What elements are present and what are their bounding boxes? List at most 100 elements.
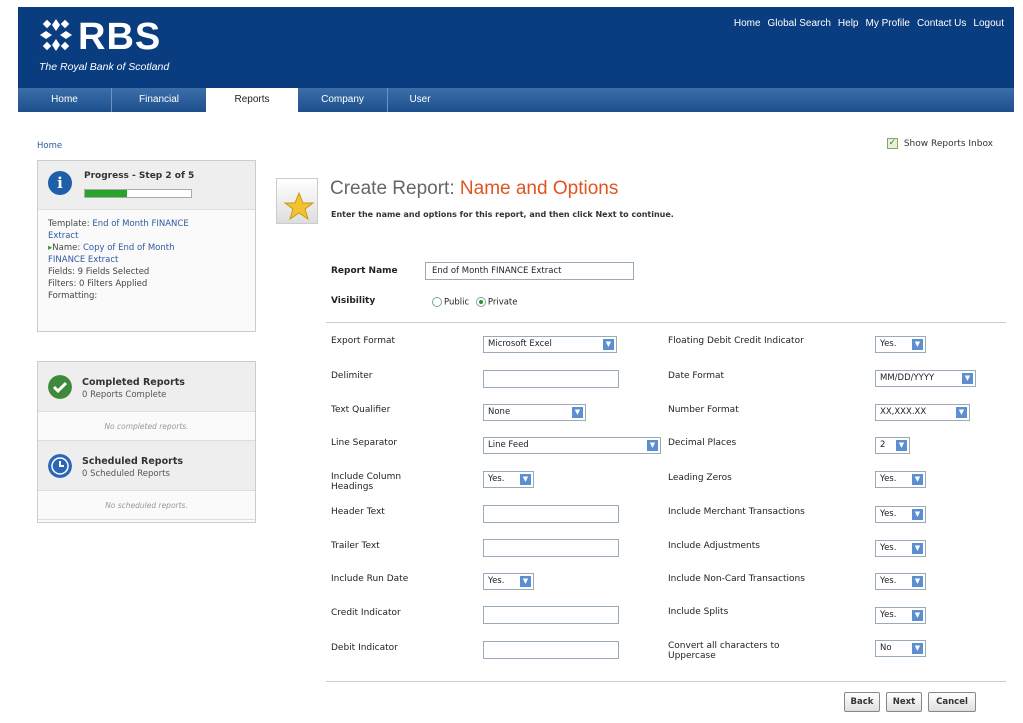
back-button[interactable]: Back [844, 692, 880, 712]
convert-uppercase-select[interactable]: No ▼ [875, 640, 926, 657]
tab-home[interactable]: Home [18, 88, 112, 112]
chevron-down-icon: ▼ [912, 543, 923, 554]
leading-zeros-select[interactable]: Yes. ▼ [875, 471, 926, 488]
chevron-down-icon: ▼ [956, 407, 967, 418]
top-links: Home Global Search Help My Profile Conta… [734, 18, 1004, 29]
include-splits-select[interactable]: Yes. ▼ [875, 607, 926, 624]
breadcrumb[interactable]: Home [37, 141, 62, 151]
chevron-down-icon: ▼ [603, 339, 614, 350]
progress-bar [84, 189, 192, 198]
include-non-card-transactions-select[interactable]: Yes. ▼ [875, 573, 926, 590]
top-link-home[interactable]: Home [734, 18, 761, 29]
progress-bar-fill [85, 190, 128, 197]
chevron-down-icon: ▼ [912, 509, 923, 520]
line-separator-label: Line Separator [331, 438, 398, 448]
next-button[interactable]: Next [886, 692, 922, 712]
step-template-link[interactable]: End of Month FINANCE [92, 219, 188, 229]
completed-reports-empty: No completed reports. [38, 412, 255, 441]
completed-reports-header: Completed Reports 0 Reports Complete [38, 362, 255, 412]
include-run-date-select[interactable]: Yes. ▼ [483, 573, 534, 590]
tab-financial[interactable]: Financial [112, 88, 206, 112]
top-link-logout[interactable]: Logout [973, 18, 1004, 29]
export-format-select[interactable]: Microsoft Excel ▼ [483, 336, 617, 353]
export-format-label: Export Format [331, 336, 396, 346]
logo-text: RBS [78, 16, 162, 58]
include-column-headings-label: Include Column Headings [331, 472, 402, 492]
step-name-link[interactable]: Copy of End of Month [83, 243, 175, 253]
decimal-places-select[interactable]: 2 ▼ [875, 437, 910, 454]
tab-reports[interactable]: Reports [206, 88, 298, 112]
scheduled-reports-count: 0 Scheduled Reports [82, 469, 170, 479]
rbs-logo-icon [40, 19, 72, 51]
credit-indicator-input[interactable] [483, 606, 619, 624]
chevron-down-icon: ▼ [912, 610, 923, 621]
step-name-link-cont[interactable]: FINANCE Extract [48, 254, 245, 266]
chevron-down-icon: ▼ [520, 474, 531, 485]
chevron-down-icon: ▼ [912, 474, 923, 485]
debit-indicator-input[interactable] [483, 641, 619, 659]
reports-status-panel: Completed Reports 0 Reports Complete No … [37, 361, 256, 523]
step-template: Template: End of Month FINANCE [48, 219, 189, 229]
trailer-text-input[interactable] [483, 539, 619, 557]
floating-debit-credit-select[interactable]: Yes. ▼ [875, 336, 926, 353]
line-separator-select[interactable]: Line Feed ▼ [483, 437, 661, 454]
include-adjustments-select[interactable]: Yes. ▼ [875, 540, 926, 557]
include-adjustments-label: Include Adjustments [668, 541, 760, 551]
chevron-down-icon: ▼ [520, 576, 531, 587]
number-format-label: Number Format [668, 405, 739, 415]
step-template-link-cont[interactable]: Extract [48, 230, 245, 242]
chevron-down-icon: ▼ [912, 339, 923, 350]
show-reports-inbox-label: Show Reports Inbox [903, 138, 993, 149]
header-text-input[interactable] [483, 505, 619, 523]
page: RBS The Royal Bank of Scotland Home Glob… [0, 0, 1023, 723]
top-link-global-search[interactable]: Global Search [768, 18, 831, 29]
progress-panel: i Progress - Step 2 of 5 Template: End o… [37, 160, 256, 332]
include-splits-label: Include Splits [668, 607, 729, 617]
chevron-down-icon: ▼ [647, 440, 658, 451]
text-qualifier-label: Text Qualifier [331, 405, 391, 415]
leading-zeros-label: Leading Zeros [668, 473, 732, 483]
divider-bottom [326, 681, 1006, 682]
radio-public[interactable] [432, 297, 442, 307]
page-description: Enter the name and options for this repo… [331, 210, 674, 219]
info-icon: i [48, 171, 72, 195]
scheduled-reports-header: Scheduled Reports 0 Scheduled Reports [38, 441, 255, 491]
show-reports-inbox[interactable]: ✓ Show Reports Inbox [886, 138, 993, 149]
step-filters: Filters: 0 Filters Applied [48, 279, 148, 289]
number-format-select[interactable]: XX,XXX.XX ▼ [875, 404, 970, 421]
radio-private[interactable] [475, 297, 486, 307]
progress-header: i Progress - Step 2 of 5 [38, 161, 255, 210]
convert-uppercase-label: Convert all characters to Uppercase [668, 641, 780, 661]
date-format-label: Date Format [668, 371, 725, 381]
chevron-down-icon: ▼ [572, 407, 583, 418]
cancel-button[interactable]: Cancel [928, 692, 976, 712]
top-link-contact-us[interactable]: Contact Us [917, 18, 966, 29]
include-merchant-transactions-select[interactable]: Yes. ▼ [875, 506, 926, 523]
visibility-label: Visibility [331, 296, 376, 306]
report-star-icon [276, 178, 318, 224]
include-column-headings-select[interactable]: Yes. ▼ [483, 471, 534, 488]
scheduled-reports-title[interactable]: Scheduled Reports [82, 456, 183, 467]
chevron-down-icon: ▼ [912, 576, 923, 587]
text-qualifier-select[interactable]: None ▼ [483, 404, 586, 421]
completed-reports-title[interactable]: Completed Reports [82, 377, 185, 388]
step-name: ▸Name: Copy of End of Month [48, 243, 175, 253]
top-link-my-profile[interactable]: My Profile [865, 18, 909, 29]
header-text-label: Header Text [331, 507, 385, 517]
tab-user[interactable]: User [388, 88, 452, 112]
site-header: RBS The Royal Bank of Scotland Home Glob… [18, 7, 1014, 88]
decimal-places-label: Decimal Places [668, 438, 737, 448]
delimiter-input[interactable] [483, 370, 619, 388]
top-link-help[interactable]: Help [838, 18, 859, 29]
logo-subtitle: The Royal Bank of Scotland [39, 61, 170, 73]
tab-company[interactable]: Company [298, 88, 388, 112]
divider-top [326, 322, 1006, 323]
report-name-input[interactable]: End of Month FINANCE Extract [425, 262, 634, 280]
progress-title: Progress - Step 2 of 5 [84, 171, 195, 181]
visibility-options: Public Private [432, 297, 518, 308]
clock-icon [48, 454, 72, 478]
date-format-select[interactable]: MM/DD/YYYY ▼ [875, 370, 976, 387]
chevron-down-icon: ▼ [896, 440, 907, 451]
checkbox-checked-icon[interactable]: ✓ [886, 138, 898, 149]
include-merchant-transactions-label: Include Merchant Transactions [668, 507, 805, 517]
